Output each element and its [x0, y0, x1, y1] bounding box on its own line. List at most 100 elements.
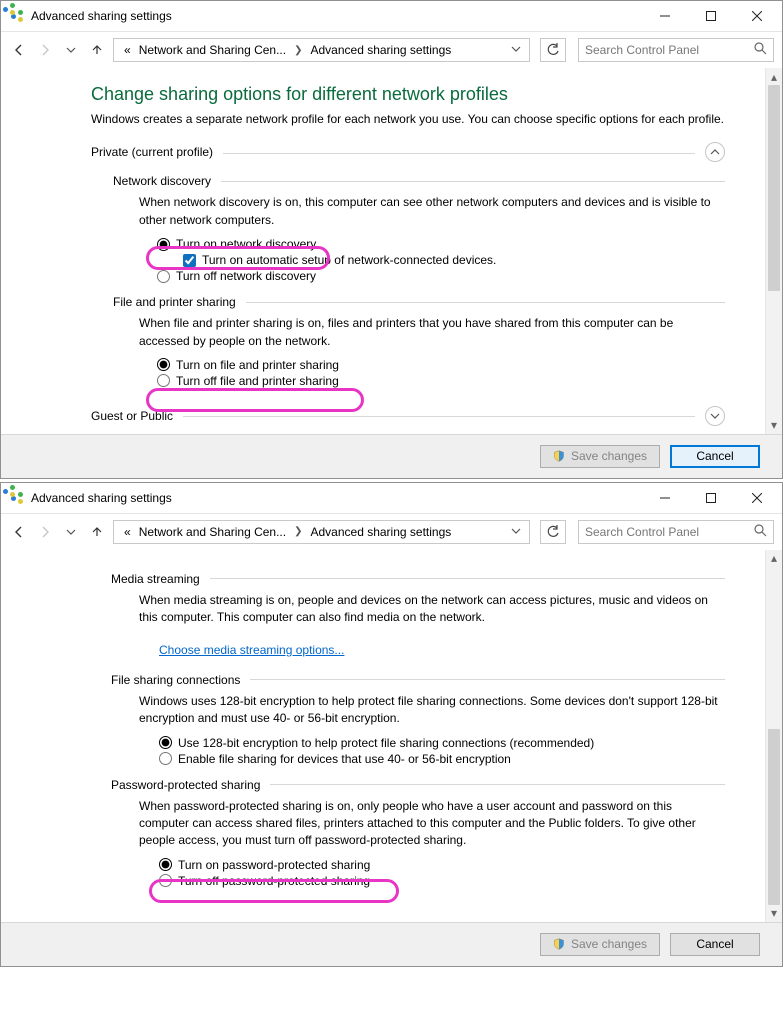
recent-dropdown[interactable]: [61, 522, 81, 542]
chevron-up-icon[interactable]: [705, 142, 725, 162]
scroll-up-icon[interactable]: ▴: [766, 68, 782, 85]
fps-desc: When file and printer sharing is on, fil…: [139, 315, 725, 350]
shield-icon: [553, 450, 565, 462]
crumb-parent[interactable]: Network and Sharing Cen...: [137, 525, 288, 539]
divider: [221, 181, 725, 182]
radio-label: Turn off file and printer sharing: [176, 374, 339, 388]
crumb-current[interactable]: Advanced sharing settings: [309, 43, 454, 57]
window-controls: [642, 1, 780, 31]
radio-fps-off[interactable]: Turn off file and printer sharing: [157, 374, 725, 388]
section-label: File sharing connections: [111, 673, 240, 687]
scroll-thumb[interactable]: [768, 729, 780, 905]
crumb-current[interactable]: Advanced sharing settings: [309, 525, 454, 539]
profile-private-row[interactable]: Private (current profile): [91, 142, 725, 162]
save-button[interactable]: Save changes: [540, 933, 660, 956]
radio-netdisc-on[interactable]: Turn on network discovery: [157, 237, 725, 251]
divider: [210, 578, 725, 579]
section-network-discovery: Network discovery: [113, 174, 725, 188]
radio-input[interactable]: [157, 270, 170, 283]
save-label: Save changes: [571, 449, 647, 463]
radio-label: Turn on password-protected sharing: [178, 858, 370, 872]
radio-input[interactable]: [159, 858, 172, 871]
checkbox-input[interactable]: [183, 254, 196, 267]
recent-dropdown[interactable]: [61, 40, 81, 60]
radio-input[interactable]: [159, 752, 172, 765]
footer-bar: Save changes Cancel: [1, 434, 782, 478]
section-file-printer-sharing: File and printer sharing: [113, 295, 725, 309]
maximize-button[interactable]: [688, 1, 734, 31]
radio-pps-off[interactable]: Turn off password-protected sharing: [159, 874, 725, 888]
minimize-button[interactable]: [642, 1, 688, 31]
radio-netdisc-off[interactable]: Turn off network discovery: [157, 269, 725, 283]
crumb-parent[interactable]: Network and Sharing Cen...: [137, 43, 288, 57]
divider: [183, 416, 695, 417]
media-streaming-link[interactable]: Choose media streaming options...: [159, 643, 344, 657]
radio-input[interactable]: [157, 358, 170, 371]
up-button[interactable]: [87, 40, 107, 60]
radio-label: Enable file sharing for devices that use…: [178, 752, 511, 766]
network-discovery-desc: When network discovery is on, this compu…: [139, 194, 725, 229]
scroll-down-icon[interactable]: ▾: [766, 417, 782, 434]
maximize-button[interactable]: [688, 483, 734, 513]
address-bar[interactable]: « Network and Sharing Cen... ❯ Advanced …: [113, 520, 530, 544]
radio-label: Turn on network discovery: [176, 237, 316, 251]
section-label: Media streaming: [111, 572, 200, 586]
refresh-button[interactable]: [540, 38, 566, 62]
enc-desc: Windows uses 128-bit encryption to help …: [139, 693, 725, 728]
vertical-scrollbar[interactable]: ▴ ▾: [765, 550, 782, 922]
scroll-down-icon[interactable]: ▾: [766, 905, 782, 922]
save-button[interactable]: Save changes: [540, 445, 660, 468]
crumb-back[interactable]: «: [122, 525, 133, 539]
radio-input[interactable]: [157, 374, 170, 387]
search-placeholder: Search Control Panel: [585, 43, 754, 57]
scroll-up-icon[interactable]: ▴: [766, 550, 782, 567]
cancel-button[interactable]: Cancel: [670, 445, 760, 468]
radio-input[interactable]: [159, 736, 172, 749]
address-dropdown-icon[interactable]: [507, 43, 525, 57]
checkbox-auto-setup[interactable]: Turn on automatic setup of network-conne…: [183, 253, 725, 267]
crumb-back[interactable]: «: [122, 43, 133, 57]
back-button[interactable]: [9, 522, 29, 542]
scroll-thumb[interactable]: [768, 85, 780, 291]
divider: [223, 153, 695, 154]
radio-enc-128[interactable]: Use 128-bit encryption to help protect f…: [159, 736, 725, 750]
address-dropdown-icon[interactable]: [507, 525, 525, 539]
shield-icon: [553, 938, 565, 950]
section-label: Network discovery: [113, 174, 211, 188]
cancel-button[interactable]: Cancel: [670, 933, 760, 956]
checkbox-label: Turn on automatic setup of network-conne…: [202, 253, 496, 267]
forward-button[interactable]: [35, 40, 55, 60]
chevron-right-icon: ❯: [292, 526, 304, 537]
radio-fps-on[interactable]: Turn on file and printer sharing: [157, 358, 725, 372]
window-2: Advanced sharing settings: [0, 482, 783, 967]
profile-guest-row[interactable]: Guest or Public: [91, 406, 725, 426]
forward-button[interactable]: [35, 522, 55, 542]
chevron-down-icon[interactable]: [705, 406, 725, 426]
radio-label: Turn on file and printer sharing: [176, 358, 339, 372]
pps-desc: When password-protected sharing is on, o…: [139, 798, 725, 850]
minimize-button[interactable]: [642, 483, 688, 513]
radio-enc-40-56[interactable]: Enable file sharing for devices that use…: [159, 752, 725, 766]
titlebar: Advanced sharing settings: [1, 483, 782, 513]
radio-input[interactable]: [159, 874, 172, 887]
chevron-right-icon: ❯: [292, 45, 304, 56]
scroll-track[interactable]: [766, 567, 782, 905]
radio-pps-on[interactable]: Turn on password-protected sharing: [159, 858, 725, 872]
page-title: Change sharing options for different net…: [91, 84, 725, 105]
search-icon: [754, 524, 767, 540]
cancel-label: Cancel: [696, 449, 733, 463]
up-button[interactable]: [87, 522, 107, 542]
media-desc: When media streaming is on, people and d…: [139, 592, 725, 627]
scroll-track[interactable]: [766, 85, 782, 417]
refresh-button[interactable]: [540, 520, 566, 544]
vertical-scrollbar[interactable]: ▴ ▾: [765, 68, 782, 434]
search-input[interactable]: Search Control Panel: [578, 520, 774, 544]
back-button[interactable]: [9, 40, 29, 60]
close-button[interactable]: [734, 1, 780, 31]
address-bar[interactable]: « Network and Sharing Cen... ❯ Advanced …: [113, 38, 530, 62]
radio-label: Turn off network discovery: [176, 269, 316, 283]
radio-input[interactable]: [157, 238, 170, 251]
search-input[interactable]: Search Control Panel: [578, 38, 774, 62]
close-button[interactable]: [734, 483, 780, 513]
nav-bar: « Network and Sharing Cen... ❯ Advanced …: [1, 31, 782, 68]
